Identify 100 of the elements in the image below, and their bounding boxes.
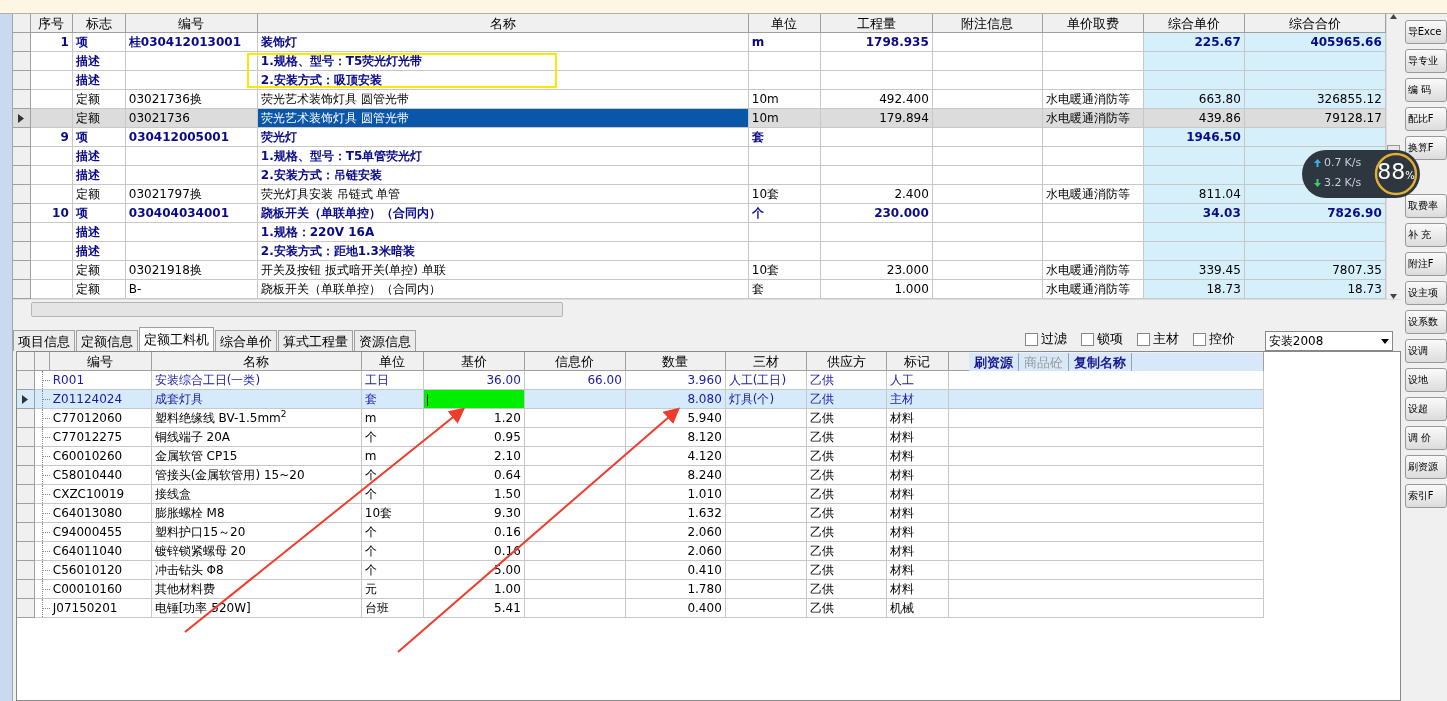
table-cell: 5.00: [423, 561, 525, 580]
table-cell: C64011040: [49, 542, 152, 561]
table-cell: 乙供: [806, 428, 887, 447]
table-cell: 定额: [72, 109, 126, 128]
table-cell: 1.010: [625, 485, 726, 504]
table-cell: 个: [361, 561, 424, 580]
table-cell: 描述: [72, 242, 126, 261]
table-cell: 项: [72, 33, 126, 52]
table-cell: 4.120: [625, 447, 726, 466]
table-cell: 2.安装方式：距地1.3米暗装: [257, 242, 749, 261]
table-cell: 1.00: [423, 580, 525, 599]
table-cell: 2.10: [423, 447, 525, 466]
table-cell: 机械: [886, 599, 949, 618]
table-cell: 灯具(个): [725, 390, 807, 409]
table-cell: 金属软管 CP15: [151, 447, 362, 466]
table-cell: 1.632: [625, 504, 726, 523]
table-cell: 个: [361, 523, 424, 542]
table-cell: 339.45: [1143, 261, 1245, 280]
table-cell: C58010440: [49, 466, 152, 485]
table-cell: 8.080: [625, 390, 726, 409]
table-cell: 乙供: [806, 466, 887, 485]
table-cell: 个: [361, 542, 424, 561]
table-cell: C60010260: [49, 447, 152, 466]
table-cell: 7826.90: [1244, 204, 1386, 223]
table-cell: m: [361, 409, 424, 428]
table-cell: 材料: [886, 466, 949, 485]
table-cell: 0.64: [423, 466, 525, 485]
table-cell: 项: [72, 204, 126, 223]
table-cell: 0.95: [423, 428, 525, 447]
table-cell: 荧光灯: [257, 128, 749, 147]
table-cell: 230.000: [820, 204, 933, 223]
table-cell: 主材: [886, 390, 949, 409]
table-cell: 1.780: [625, 580, 726, 599]
table-cell: 225.67: [1143, 33, 1245, 52]
table-cell: 10: [30, 204, 73, 223]
table-cell: 材料: [886, 504, 949, 523]
table-cell: 个: [748, 204, 821, 223]
table-cell: 乙供: [806, 542, 887, 561]
table-cell: 5.940: [625, 409, 726, 428]
table-cell: 79128.17: [1244, 109, 1386, 128]
table-cell: 5.41: [423, 599, 525, 618]
table-cell: 乙供: [806, 485, 887, 504]
table-cell: 18.73: [1244, 280, 1386, 299]
table-cell: 439.86: [1143, 109, 1245, 128]
table-cell: 乙供: [806, 409, 887, 428]
table-cell: C64013080: [49, 504, 152, 523]
table-cell: 34.03: [1143, 204, 1245, 223]
table-cell: 8.120: [625, 428, 726, 447]
table-cell: 0.16: [423, 523, 525, 542]
table-cell: 描述: [72, 71, 126, 90]
table-cell: 179.894: [820, 109, 933, 128]
table-cell: 03021736: [125, 109, 258, 128]
table-cell: 跷板开关（单联单控）（合同内）: [257, 204, 749, 223]
table-cell: 1946.50: [1143, 128, 1245, 147]
table-cell: 定额: [72, 185, 126, 204]
table-cell: 1: [30, 33, 73, 52]
table-cell: 乙供: [806, 580, 887, 599]
table-cell: 03021797换: [125, 185, 258, 204]
table-cell: 1.20: [423, 409, 525, 428]
table-cell: 1.50: [423, 485, 525, 504]
table-cell: 接线盒: [151, 485, 362, 504]
table-cell: 材料: [886, 523, 949, 542]
table-cell: 0.400: [625, 599, 726, 618]
table-cell: 材料: [886, 580, 949, 599]
table-cell: 材料: [886, 561, 949, 580]
checkbox-label: 锁项: [1096, 330, 1123, 348]
table-cell: 装饰灯: [257, 33, 749, 52]
table-cell: 2.060: [625, 542, 726, 561]
table-cell: 个: [361, 466, 424, 485]
table-cell: 材料: [886, 485, 949, 504]
table-cell: 乙供: [806, 504, 887, 523]
table-cell: 元: [361, 580, 424, 599]
table-cell: 乙供: [806, 447, 887, 466]
table-cell: 材料: [886, 428, 949, 447]
table-cell: 7807.35: [1244, 261, 1386, 280]
checkbox-label: 控价: [1208, 330, 1235, 348]
table-cell: 材料: [886, 409, 949, 428]
table-cell: 描述: [72, 147, 126, 166]
table-cell: 膨胀螺栓 M8: [151, 504, 362, 523]
table-cell: 套: [361, 390, 424, 409]
table-cell: 0.410: [625, 561, 726, 580]
table-cell: 塑料绝缘线 BV-1.5mm$^{2}$: [151, 409, 362, 428]
table-cell: 9.30: [423, 504, 525, 523]
table-cell: 663.80: [1143, 90, 1245, 109]
table-cell: C94000455: [49, 523, 152, 542]
table-cell: 个: [361, 428, 424, 447]
table-cell: C77012060: [49, 409, 152, 428]
table-cell: 2.安装方式：吸顶安装: [257, 71, 749, 90]
table-cell: 水电暖通消防等: [1042, 261, 1144, 280]
table-cell: 030412005001: [125, 128, 258, 147]
table-cell: 2.400: [820, 185, 933, 204]
table-cell: 1798.935: [820, 33, 933, 52]
checkbox-label: 过滤: [1040, 330, 1067, 348]
table-cell: 桂030412013001: [125, 33, 258, 52]
table-cell: 10m: [748, 109, 821, 128]
table-cell: 乙供: [806, 523, 887, 542]
table-cell: 10套: [748, 185, 821, 204]
table-cell: 030404034001: [125, 204, 258, 223]
table-cell: 荧光灯具安装 吊链式 单管: [257, 185, 749, 204]
table-cell: 乙供: [806, 561, 887, 580]
